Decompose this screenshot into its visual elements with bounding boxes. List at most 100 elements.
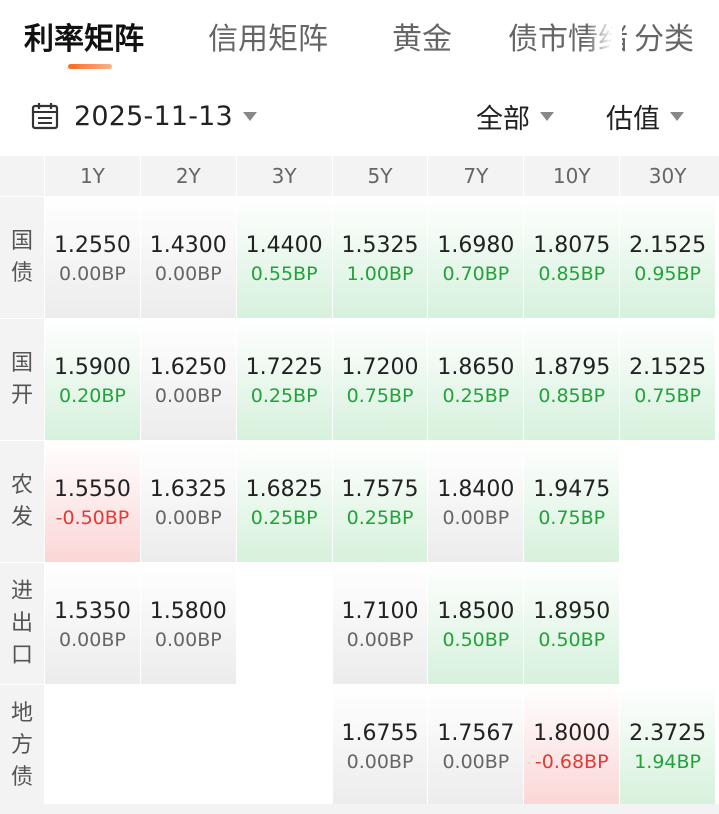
matrix-cell[interactable]: 1.2550 0.00BP: [44, 196, 140, 318]
column-header-7y: 7Y: [427, 156, 523, 196]
matrix-cell[interactable]: 1.8075 0.85BP: [523, 196, 620, 318]
empty-cell: [619, 562, 716, 684]
matrix-cell[interactable]: 1.8400 0.00BP: [427, 440, 524, 562]
yield-value: 1.4300: [149, 233, 227, 258]
tab-gold[interactable]: 黄金: [392, 18, 452, 62]
matrix-cell[interactable]: 1.4400 0.55BP: [235, 196, 332, 318]
bp-change: 0.85BP: [538, 263, 606, 285]
matrix-cell[interactable]: 1.5350 0.00BP: [44, 562, 140, 684]
yield-value: 1.6755: [341, 721, 419, 746]
matrix-cell[interactable]: 2.1525 0.95BP: [619, 196, 716, 318]
tab-rate-matrix[interactable]: 利率矩阵: [24, 18, 144, 62]
matrix-cell[interactable]: 1.5900 0.20BP: [44, 318, 140, 440]
matrix-cell[interactable]: 1.6825 0.25BP: [235, 440, 332, 562]
yield-value: 1.7200: [341, 355, 419, 380]
matrix-cell[interactable]: 1.4300 0.00BP: [139, 196, 236, 318]
bp-change: 0.00BP: [154, 263, 222, 285]
bp-change: 0.00BP: [442, 507, 510, 529]
matrix-cell[interactable]: 2.1525 0.75BP: [619, 318, 716, 440]
matrix-cell[interactable]: 2.3725 1.94BP: [619, 684, 716, 806]
matrix-cell[interactable]: 1.7100 0.00BP: [331, 562, 428, 684]
matrix-cell[interactable]: 1.7225 0.25BP: [235, 318, 332, 440]
bp-change: 0.70BP: [442, 263, 510, 285]
yield-value: 1.2550: [53, 233, 131, 258]
bp-change: 0.85BP: [538, 385, 606, 407]
chevron-down-icon: [242, 111, 257, 121]
yield-value: 1.8075: [533, 233, 611, 258]
matrix-cell[interactable]: 1.5325 1.00BP: [331, 196, 428, 318]
yield-value: 1.6250: [149, 355, 227, 380]
row-label: 国开: [0, 318, 44, 440]
matrix-cell[interactable]: 1.6325 0.00BP: [139, 440, 236, 562]
bp-change: 0.20BP: [59, 385, 126, 407]
matrix-cell[interactable]: 1.5550 -0.50BP: [44, 440, 140, 562]
bp-change: 0.25BP: [250, 385, 318, 407]
matrix-cell[interactable]: 1.8000 -0.68BP: [523, 684, 620, 806]
column-header-3y: 3Y: [235, 156, 332, 196]
bp-change: 0.25BP: [346, 507, 414, 529]
bp-change: 0.00BP: [346, 751, 414, 773]
bp-change: 0.00BP: [154, 507, 222, 529]
metric-dropdown[interactable]: 估值: [606, 94, 684, 138]
calendar-icon: [31, 103, 59, 130]
bp-change: 0.00BP: [59, 263, 126, 285]
yield-value: 1.7567: [437, 721, 515, 746]
yield-value: 1.9475: [533, 477, 611, 502]
bp-change: 0.95BP: [634, 263, 701, 285]
column-header-10y: 10Y: [523, 156, 619, 196]
row-label: 国债: [0, 196, 44, 318]
yield-value: 1.5350: [53, 599, 131, 624]
selected-date: 2025-11-13: [74, 100, 233, 132]
row-label: 进出口: [0, 562, 44, 684]
matrix-cell[interactable]: 1.7200 0.75BP: [331, 318, 428, 440]
empty-cell: [619, 440, 716, 562]
yield-value: 1.8000: [533, 721, 611, 746]
tab-category[interactable]: 分类: [632, 18, 694, 62]
matrix-cell[interactable]: 1.6980 0.70BP: [427, 196, 524, 318]
bp-change: 0.00BP: [154, 385, 222, 407]
yield-value: 1.8795: [533, 355, 611, 380]
column-header-30y: 30Y: [619, 156, 715, 196]
tenor-header-row: 1Y 2Y 3Y 5Y 7Y 10Y 30Y: [0, 156, 719, 196]
matrix-cell[interactable]: 1.8650 0.25BP: [427, 318, 524, 440]
row-label: 农发: [0, 440, 44, 562]
chevron-down-icon: [670, 111, 684, 121]
top-tab-bar: 利率矩阵 信用矩阵 黄金 债市情绪 分类: [0, 0, 719, 84]
matrix-cell[interactable]: 1.8950 0.50BP: [523, 562, 620, 684]
matrix-cell[interactable]: 1.8500 0.50BP: [427, 562, 524, 684]
bp-change: 0.75BP: [538, 507, 606, 529]
scope-dropdown[interactable]: 全部: [476, 94, 554, 138]
yield-value: 1.4400: [245, 233, 323, 258]
row-label: 地方债: [0, 684, 44, 806]
bp-change: 0.25BP: [442, 385, 510, 407]
yield-value: 1.5800: [149, 599, 227, 624]
bp-change: 0.00BP: [59, 629, 126, 651]
tab-credit-matrix[interactable]: 信用矩阵: [208, 18, 328, 62]
yield-value: 2.1525: [629, 355, 707, 380]
empty-cell: [235, 684, 332, 806]
scope-value: 全部: [476, 103, 530, 135]
bottom-divider: [0, 804, 719, 814]
yield-value: 1.8650: [437, 355, 515, 380]
yield-value: 2.1525: [629, 233, 707, 258]
matrix-cell[interactable]: 1.7567 0.00BP: [427, 684, 524, 806]
yield-value: 1.7225: [245, 355, 323, 380]
matrix-cell[interactable]: 1.7575 0.25BP: [331, 440, 428, 562]
matrix-cell[interactable]: 1.8795 0.85BP: [523, 318, 620, 440]
yield-value: 1.8400: [437, 477, 515, 502]
tab-bond-sentiment[interactable]: 债市情绪: [508, 18, 628, 62]
matrix-cell[interactable]: 1.9475 0.75BP: [523, 440, 620, 562]
yield-value: 2.3725: [629, 721, 707, 746]
bp-change: -0.68BP: [534, 751, 609, 773]
bp-change: 0.75BP: [346, 385, 414, 407]
column-header-5y: 5Y: [331, 156, 428, 196]
bp-change: -0.50BP: [55, 507, 130, 529]
matrix-cell[interactable]: 1.5800 0.00BP: [139, 562, 236, 684]
bp-change: 0.50BP: [442, 629, 510, 651]
empty-cell: [44, 684, 140, 806]
empty-cell: [139, 684, 236, 806]
matrix-cell[interactable]: 1.6755 0.00BP: [331, 684, 428, 806]
yield-value: 1.7575: [341, 477, 419, 502]
date-picker-button[interactable]: 2025-11-13: [30, 94, 257, 138]
matrix-cell[interactable]: 1.6250 0.00BP: [139, 318, 236, 440]
